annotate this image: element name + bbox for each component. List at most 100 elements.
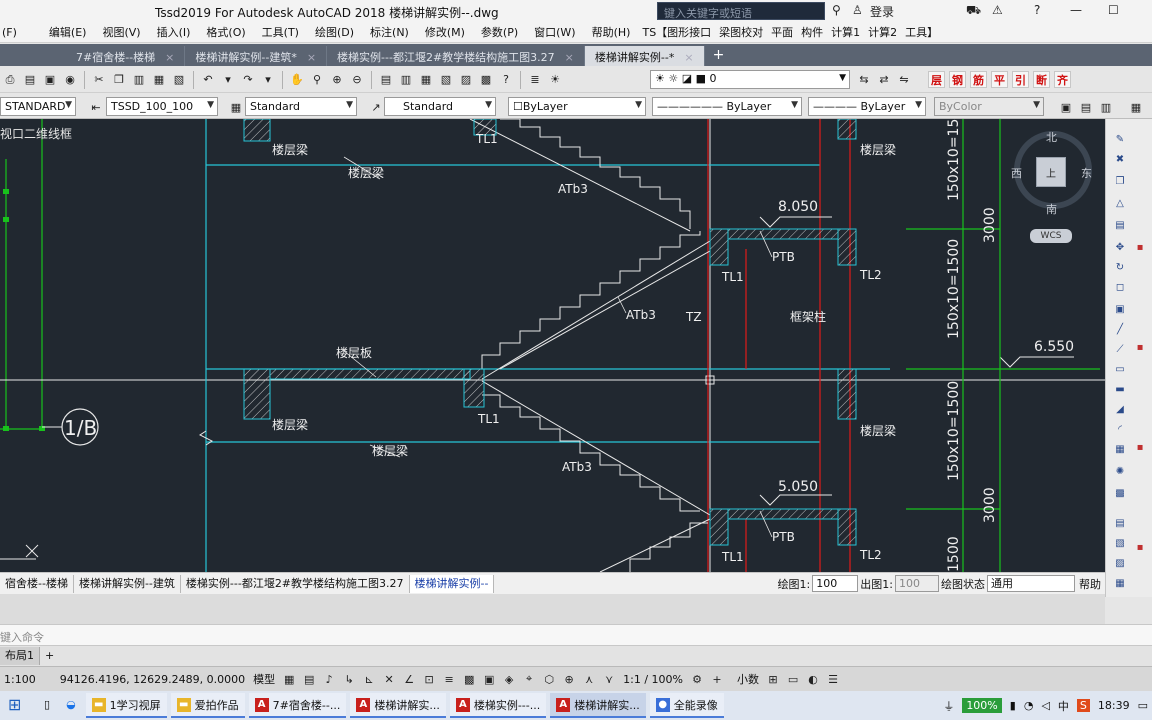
zoom-window-icon[interactable]: ⊕ (329, 72, 345, 88)
close-icon[interactable]: × (307, 51, 316, 64)
menu-item[interactable]: 视图(V) (94, 24, 148, 40)
edge-icon[interactable]: ◒ (60, 693, 82, 718)
coordinates-readout[interactable]: 94126.4196, 12629.2489, 0.0000 (60, 673, 245, 686)
tssd-flat-button[interactable]: 平 (991, 71, 1008, 88)
close-icon[interactable]: × (165, 51, 174, 64)
join-icon[interactable]: ▬ (1112, 381, 1128, 397)
taskbar-item[interactable]: A 7#宿舍楼--... (248, 693, 347, 718)
side-icon[interactable]: ▪ (1132, 439, 1148, 455)
extend-icon[interactable]: ⟋ (1112, 341, 1128, 357)
isodraft-icon[interactable]: ∠ (402, 672, 416, 686)
taskbar-item-active[interactable]: A 楼梯讲解实... (550, 693, 646, 718)
pencil-icon[interactable]: ✎ (1112, 131, 1128, 147)
make-current-icon[interactable]: ⇆ (856, 71, 872, 87)
network-icon[interactable]: ◔ (1024, 699, 1034, 712)
drawing-tab[interactable]: 楼梯实例---都江堰2#教学楼结构施工图3.27 (181, 574, 410, 593)
taskbar-item[interactable]: ▬ 爱拍作品 (170, 693, 245, 718)
taskbar-item[interactable]: ▬ 1学习视屏 (85, 693, 167, 718)
menu-item[interactable]: 计算2 (864, 24, 901, 40)
mirror-icon[interactable]: △ (1112, 195, 1128, 211)
dropdown-icon[interactable]: ▾ (220, 72, 236, 88)
menu-item[interactable]: 梁图校对 (715, 24, 767, 40)
match-props-icon[interactable]: ▦ (151, 72, 167, 88)
zoom-realtime-icon[interactable]: ⚲ (309, 72, 325, 88)
start-icon[interactable]: ⊞ (2, 693, 34, 718)
clean-screen-icon[interactable]: ☰ (826, 672, 840, 686)
dynamic-input-icon[interactable]: ↳ (342, 672, 356, 686)
move-icon[interactable]: ✥ (1112, 239, 1128, 255)
paste-icon[interactable]: ▥ (131, 72, 147, 88)
help-icon[interactable]: ? (1034, 3, 1040, 17)
trim-icon[interactable]: ╱ (1112, 321, 1128, 337)
pan-icon[interactable]: ✋ (289, 72, 305, 88)
wcs-menu[interactable]: WCS (1030, 229, 1072, 243)
break-icon[interactable]: ▭ (1112, 361, 1128, 377)
zoom-previous-icon[interactable]: ⊖ (349, 72, 365, 88)
draw-scale-select[interactable]: 100 (812, 575, 859, 592)
task-view-icon[interactable]: ▯ (38, 693, 56, 718)
file-tab-active[interactable]: 楼梯讲解实例--* × (584, 46, 705, 66)
binoculars-icon[interactable]: ⚲ (832, 3, 841, 17)
drawing-tab[interactable]: 楼梯讲解实例--建筑 (74, 574, 181, 593)
tssd-layer-button[interactable]: 层 (928, 71, 945, 88)
menu-item[interactable]: TS【图形接口 (638, 24, 715, 40)
rotate-icon[interactable]: ↻ (1112, 259, 1128, 275)
layer-props-icon[interactable]: ▣ (1058, 99, 1074, 115)
print-icon[interactable]: ⎙ (2, 72, 18, 88)
offset-icon[interactable]: ▤ (1112, 217, 1128, 233)
status-scale[interactable]: 1:100 (4, 673, 36, 686)
menu-item[interactable]: 插入(I) (149, 24, 199, 40)
explode-icon[interactable]: ✺ (1112, 463, 1128, 479)
copy-icon[interactable]: ❐ (111, 72, 127, 88)
table-icon[interactable]: ▦ (1112, 575, 1128, 591)
ime-icon[interactable]: S (1076, 699, 1090, 712)
compass-north[interactable]: 北 (1046, 129, 1057, 145)
menu-item[interactable]: 平面 (767, 24, 797, 40)
taskbar-item[interactable]: ● 全能录像 (649, 693, 724, 718)
text-style-dropdown[interactable]: STANDARD ▼ (0, 97, 76, 116)
publish-icon[interactable]: ▣ (42, 72, 58, 88)
compass-west[interactable]: 西 (1011, 165, 1022, 181)
menu-item[interactable]: 计算1 (827, 24, 864, 40)
viewcube-top-face[interactable]: 上 (1036, 157, 1066, 187)
minimize-icon[interactable]: — (1070, 3, 1082, 17)
menu-item[interactable]: 工具】 (901, 24, 942, 40)
file-tab[interactable]: 楼梯实例---都江堰2#教学楼结构施工图3.27 × (327, 46, 585, 66)
help-search-input[interactable]: 键入关键字或短语 (657, 2, 825, 20)
undo-icon[interactable]: ↶ (200, 72, 216, 88)
table-style-dropdown[interactable]: Standard ▼ (245, 97, 357, 116)
viewport-label[interactable]: 视口二维线框 (0, 125, 72, 142)
input-language[interactable]: 中 (1058, 698, 1069, 714)
cut-icon[interactable]: ✂ (91, 72, 107, 88)
menu-item[interactable]: 窗口(W) (526, 24, 583, 40)
layer-iso-icon[interactable]: ▥ (1098, 99, 1114, 115)
gizmo-icon[interactable]: ⊕ (562, 672, 576, 686)
tssd-steel-button[interactable]: 钢 (949, 71, 966, 88)
linetype-dropdown[interactable]: —————— ByLayer ▼ (652, 97, 802, 116)
side-icon[interactable]: ▪ (1132, 539, 1148, 555)
menu-item[interactable]: 格式(O) (198, 24, 253, 40)
object-snap-icon[interactable]: ⊡ (422, 672, 436, 686)
snap-icon[interactable]: ▤ (302, 672, 316, 686)
mleader-style-dropdown[interactable]: Standard ▼ (384, 97, 496, 116)
dynamic-ucs-icon[interactable]: ⌖ (522, 672, 536, 686)
maximize-icon[interactable]: ☐ (1108, 3, 1119, 17)
layer-state-icon[interactable]: ▤ (1078, 99, 1094, 115)
compass-east[interactable]: 东 (1081, 165, 1092, 181)
workspace-gear-icon[interactable]: ⚙ (690, 672, 704, 686)
design-center-icon[interactable]: ▥ (398, 72, 414, 88)
hatch-icon[interactable]: ▧ (1112, 535, 1128, 551)
menu-item[interactable]: 标注(N) (362, 24, 417, 40)
markup-icon[interactable]: ▨ (458, 72, 474, 88)
tssd-rebar-button[interactable]: 筋 (970, 71, 987, 88)
tssd-align-button[interactable]: 齐 (1054, 71, 1071, 88)
plug-icon[interactable]: ⏚ (943, 698, 954, 714)
taskbar-item[interactable]: A 楼梯实例---... (449, 693, 547, 718)
menu-item[interactable]: 绘图(D) (307, 24, 362, 40)
battery-indicator[interactable]: 100% (962, 698, 1002, 713)
menu-item[interactable]: (F) (0, 26, 25, 39)
drawing-tab-active[interactable]: 楼梯讲解实例-- (409, 574, 495, 593)
fillet-icon[interactable]: ◜ (1112, 421, 1128, 437)
tssd-break-button[interactable]: 断 (1033, 71, 1050, 88)
draworder-icon[interactable]: ▤ (1112, 515, 1128, 531)
